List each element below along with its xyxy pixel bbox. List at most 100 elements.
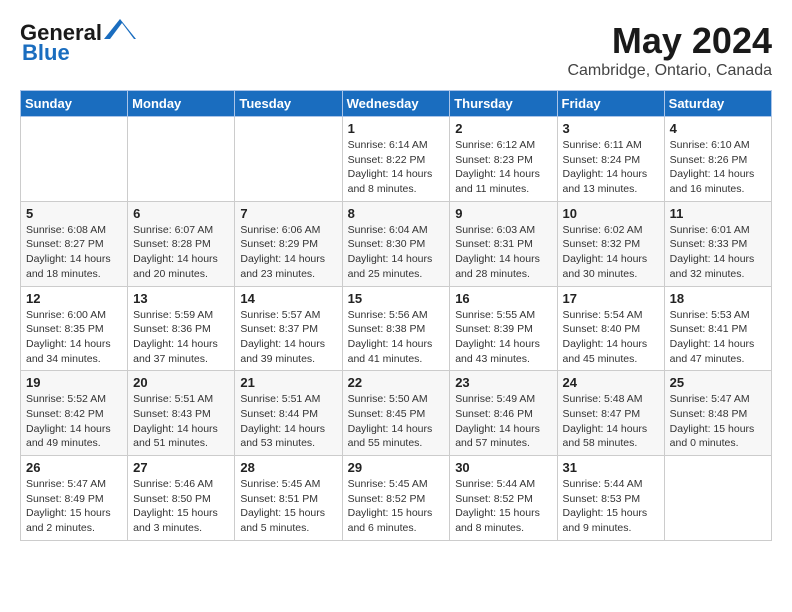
day-number: 2 [455,121,551,136]
day-number: 12 [26,291,122,306]
day-info: Sunrise: 5:49 AM Sunset: 8:46 PM Dayligh… [455,392,551,451]
day-cell: 14 Sunrise: 5:57 AM Sunset: 8:37 PM Dayli… [235,286,342,371]
day-info: Sunrise: 6:03 AM Sunset: 8:31 PM Dayligh… [455,223,551,282]
weekday-header-tuesday: Tuesday [235,91,342,117]
day-info: Sunrise: 6:10 AM Sunset: 8:26 PM Dayligh… [670,138,766,197]
day-info: Sunrise: 5:48 AM Sunset: 8:47 PM Dayligh… [563,392,659,451]
day-cell: 12 Sunrise: 6:00 AM Sunset: 8:35 PM Dayli… [21,286,128,371]
day-info: Sunrise: 5:53 AM Sunset: 8:41 PM Dayligh… [670,308,766,367]
day-cell: 17 Sunrise: 5:54 AM Sunset: 8:40 PM Dayli… [557,286,664,371]
page-header: General Blue May 2024 Cambridge, Ontario… [20,20,772,80]
day-cell: 16 Sunrise: 5:55 AM Sunset: 8:39 PM Dayli… [450,286,557,371]
day-number: 27 [133,460,229,475]
day-info: Sunrise: 5:51 AM Sunset: 8:43 PM Dayligh… [133,392,229,451]
weekday-header-thursday: Thursday [450,91,557,117]
day-cell: 26Sunrise: 5:47 AM Sunset: 8:49 PM Dayli… [21,456,128,541]
day-number: 25 [670,375,766,390]
day-number: 7 [240,206,336,221]
day-info: Sunrise: 5:46 AM Sunset: 8:50 PM Dayligh… [133,477,229,536]
day-number: 1 [348,121,445,136]
logo-text-blue: Blue [22,40,70,66]
day-cell: 22 Sunrise: 5:50 AM Sunset: 8:45 PM Dayli… [342,371,450,456]
day-number: 31 [563,460,659,475]
day-number: 19 [26,375,122,390]
day-info: Sunrise: 5:44 AM Sunset: 8:53 PM Dayligh… [563,477,659,536]
day-info: Sunrise: 6:06 AM Sunset: 8:29 PM Dayligh… [240,223,336,282]
logo: General Blue [20,20,136,66]
day-cell: 18Sunrise: 5:53 AM Sunset: 8:41 PM Dayli… [664,286,771,371]
day-info: Sunrise: 5:59 AM Sunset: 8:36 PM Dayligh… [133,308,229,367]
day-info: Sunrise: 5:52 AM Sunset: 8:42 PM Dayligh… [26,392,122,451]
day-number: 28 [240,460,336,475]
day-number: 21 [240,375,336,390]
day-info: Sunrise: 6:08 AM Sunset: 8:27 PM Dayligh… [26,223,122,282]
day-number: 11 [670,206,766,221]
day-number: 29 [348,460,445,475]
day-info: Sunrise: 5:54 AM Sunset: 8:40 PM Dayligh… [563,308,659,367]
day-number: 8 [348,206,445,221]
day-cell: 25 Sunrise: 5:47 AM Sunset: 8:48 PM Dayli… [664,371,771,456]
week-row-1: 1 Sunrise: 6:14 AM Sunset: 8:22 PM Daylig… [21,117,772,202]
day-number: 9 [455,206,551,221]
day-info: Sunrise: 5:57 AM Sunset: 8:37 PM Dayligh… [240,308,336,367]
day-cell: 9 Sunrise: 6:03 AM Sunset: 8:31 PM Daylig… [450,201,557,286]
day-cell [664,456,771,541]
day-cell: 4 Sunrise: 6:10 AM Sunset: 8:26 PM Daylig… [664,117,771,202]
day-number: 5 [26,206,122,221]
day-info: Sunrise: 6:00 AM Sunset: 8:35 PM Dayligh… [26,308,122,367]
weekday-header-saturday: Saturday [664,91,771,117]
day-cell: 19 Sunrise: 5:52 AM Sunset: 8:42 PM Dayli… [21,371,128,456]
weekday-header-row: SundayMondayTuesdayWednesdayThursdayFrid… [21,91,772,117]
day-cell: 7 Sunrise: 6:06 AM Sunset: 8:29 PM Daylig… [235,201,342,286]
day-info: Sunrise: 5:50 AM Sunset: 8:45 PM Dayligh… [348,392,445,451]
day-info: Sunrise: 5:55 AM Sunset: 8:39 PM Dayligh… [455,308,551,367]
day-cell: 24 Sunrise: 5:48 AM Sunset: 8:47 PM Dayli… [557,371,664,456]
day-number: 17 [563,291,659,306]
day-info: Sunrise: 6:02 AM Sunset: 8:32 PM Dayligh… [563,223,659,282]
day-number: 16 [455,291,551,306]
day-cell: 23 Sunrise: 5:49 AM Sunset: 8:46 PM Dayli… [450,371,557,456]
day-number: 6 [133,206,229,221]
day-info: Sunrise: 6:14 AM Sunset: 8:22 PM Dayligh… [348,138,445,197]
day-cell: 21 Sunrise: 5:51 AM Sunset: 8:44 PM Dayli… [235,371,342,456]
day-number: 15 [348,291,445,306]
title-block: May 2024 Cambridge, Ontario, Canada [567,20,772,80]
weekday-header-sunday: Sunday [21,91,128,117]
day-number: 13 [133,291,229,306]
day-number: 14 [240,291,336,306]
day-number: 3 [563,121,659,136]
day-cell: 3 Sunrise: 6:11 AM Sunset: 8:24 PM Daylig… [557,117,664,202]
day-info: Sunrise: 5:56 AM Sunset: 8:38 PM Dayligh… [348,308,445,367]
day-cell: 30Sunrise: 5:44 AM Sunset: 8:52 PM Dayli… [450,456,557,541]
week-row-5: 26Sunrise: 5:47 AM Sunset: 8:49 PM Dayli… [21,456,772,541]
day-number: 4 [670,121,766,136]
day-cell: 15 Sunrise: 5:56 AM Sunset: 8:38 PM Dayli… [342,286,450,371]
day-cell: 27 Sunrise: 5:46 AM Sunset: 8:50 PM Dayli… [128,456,235,541]
day-info: Sunrise: 6:04 AM Sunset: 8:30 PM Dayligh… [348,223,445,282]
day-cell [235,117,342,202]
week-row-4: 19 Sunrise: 5:52 AM Sunset: 8:42 PM Dayli… [21,371,772,456]
day-cell: 2Sunrise: 6:12 AM Sunset: 8:23 PM Daylig… [450,117,557,202]
day-info: Sunrise: 6:01 AM Sunset: 8:33 PM Dayligh… [670,223,766,282]
day-info: Sunrise: 5:47 AM Sunset: 8:48 PM Dayligh… [670,392,766,451]
day-info: Sunrise: 5:51 AM Sunset: 8:44 PM Dayligh… [240,392,336,451]
day-cell [21,117,128,202]
day-cell: 5 Sunrise: 6:08 AM Sunset: 8:27 PM Daylig… [21,201,128,286]
day-info: Sunrise: 6:07 AM Sunset: 8:28 PM Dayligh… [133,223,229,282]
day-cell: 20Sunrise: 5:51 AM Sunset: 8:43 PM Dayli… [128,371,235,456]
weekday-header-friday: Friday [557,91,664,117]
day-cell: 10Sunrise: 6:02 AM Sunset: 8:32 PM Dayli… [557,201,664,286]
day-info: Sunrise: 5:47 AM Sunset: 8:49 PM Dayligh… [26,477,122,536]
day-number: 23 [455,375,551,390]
day-cell: 28 Sunrise: 5:45 AM Sunset: 8:51 PM Dayli… [235,456,342,541]
day-cell [128,117,235,202]
month-title: May 2024 [567,20,772,62]
day-number: 22 [348,375,445,390]
week-row-2: 5 Sunrise: 6:08 AM Sunset: 8:27 PM Daylig… [21,201,772,286]
day-info: Sunrise: 5:45 AM Sunset: 8:52 PM Dayligh… [348,477,445,536]
week-row-3: 12 Sunrise: 6:00 AM Sunset: 8:35 PM Dayli… [21,286,772,371]
day-info: Sunrise: 5:44 AM Sunset: 8:52 PM Dayligh… [455,477,551,536]
day-number: 24 [563,375,659,390]
day-info: Sunrise: 5:45 AM Sunset: 8:51 PM Dayligh… [240,477,336,536]
day-info: Sunrise: 6:11 AM Sunset: 8:24 PM Dayligh… [563,138,659,197]
